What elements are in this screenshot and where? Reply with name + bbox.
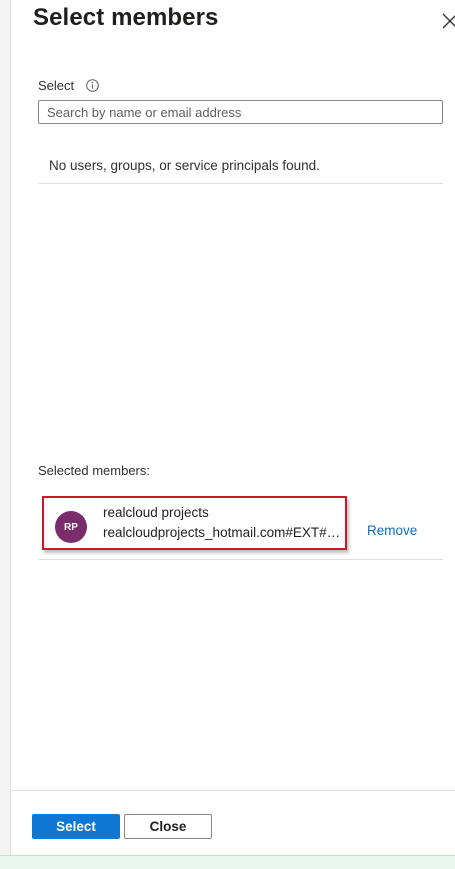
close-icon[interactable] (439, 10, 455, 32)
selected-member-row: RP realcloud projects realcloudprojects_… (38, 496, 443, 558)
select-button[interactable]: Select (32, 814, 120, 839)
divider (38, 559, 443, 560)
background-page-edge (0, 0, 11, 855)
remove-member-link[interactable]: Remove (367, 523, 417, 538)
select-label: Select (38, 78, 75, 93)
panel-title: Select members (33, 4, 219, 31)
divider (38, 183, 443, 184)
empty-results-message: No users, groups, or service principals … (49, 158, 320, 173)
info-icon[interactable] (86, 79, 99, 92)
close-button[interactable]: Close (124, 814, 212, 839)
selected-members-label: Selected members: (38, 463, 150, 478)
search-input[interactable] (38, 100, 443, 124)
avatar: RP (55, 511, 87, 543)
footer-divider (11, 790, 455, 791)
member-name: realcloud projects (103, 505, 209, 520)
member-email: realcloudprojects_hotmail.com#EXT#@realc… (103, 525, 350, 540)
notification-strip (0, 855, 455, 869)
select-members-panel: Select members Select No users, groups, … (11, 0, 455, 855)
